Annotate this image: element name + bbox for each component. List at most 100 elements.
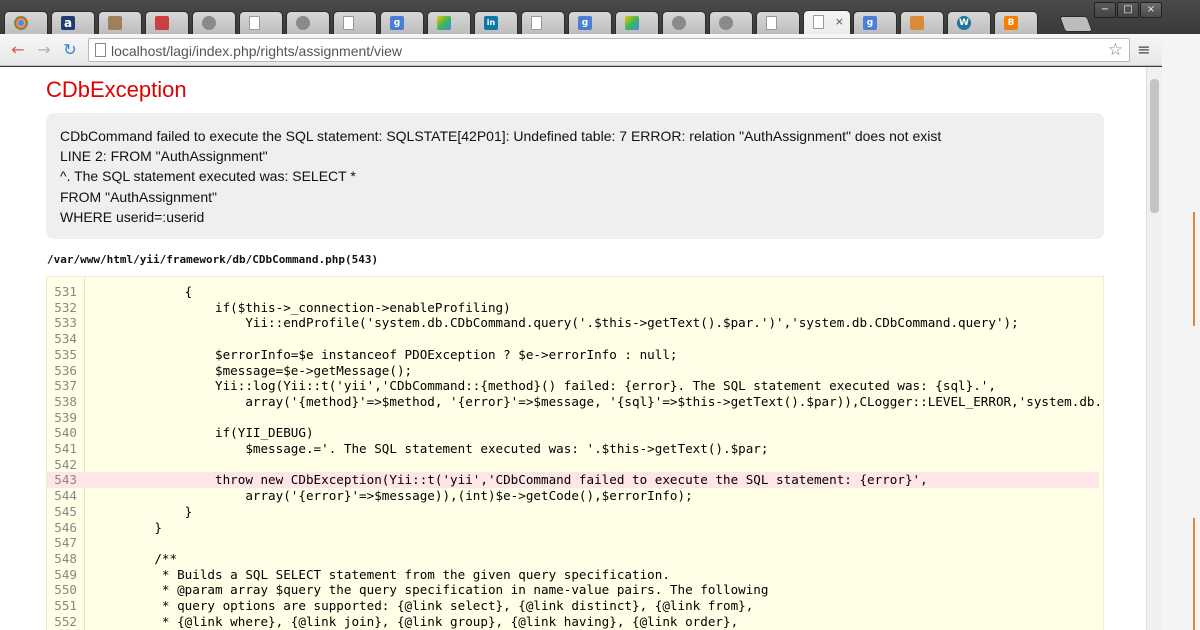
document-icon (343, 16, 354, 30)
line-number: 550 (54, 582, 77, 598)
globe-icon (719, 16, 733, 30)
code-line: 531 { (47, 284, 1099, 300)
drive-icon (625, 16, 639, 30)
message-line: ^. The SQL statement executed was: SELEC… (60, 168, 356, 185)
code-line: 538 array('{method}'=>$method, '{error}'… (47, 393, 1103, 410)
source-code-block: 531 {532 if($this->_connection->enablePr… (46, 276, 1104, 630)
code-line: 551 * query options are supported: {@lin… (47, 598, 1099, 614)
line-number: 545 (54, 503, 77, 519)
line-number: 532 (54, 299, 77, 315)
browser-tab[interactable] (192, 11, 236, 34)
scrollbar-thumb[interactable] (1150, 79, 1159, 213)
line-number: 536 (54, 362, 77, 378)
source-file-path: /var/www/html/yii/framework/db/CDbComman… (47, 253, 379, 266)
chrome-icon (14, 16, 28, 30)
window-maximize-button[interactable]: □ (1117, 2, 1139, 18)
tab-close-icon[interactable]: × (835, 15, 844, 29)
code-line: 534 (47, 331, 1099, 347)
line-number: 551 (54, 598, 77, 613)
browser-tab[interactable] (615, 11, 659, 34)
drive-icon (437, 16, 451, 30)
google-icon: g (578, 16, 592, 30)
line-number: 548 (54, 550, 77, 566)
code-line: 552 * {@link where}, {@link join}, {@lin… (47, 614, 1099, 630)
code-line: 539 (47, 410, 1099, 426)
highlighted-code-line: 543 throw new CDbException(Yii::t('yii',… (47, 472, 1099, 489)
code-text: } (124, 519, 162, 535)
code-line: 532 if($this->_connection->enableProfili… (47, 300, 1099, 316)
vertical-scrollbar[interactable] (1146, 67, 1162, 630)
browser-tab[interactable]: in (474, 11, 518, 34)
back-button[interactable]: ← (8, 40, 28, 60)
browser-tab[interactable]: g (380, 11, 424, 34)
browser-tab[interactable] (98, 11, 142, 34)
window-minimize-button[interactable]: − (1094, 2, 1116, 18)
browser-tab[interactable] (427, 11, 471, 34)
line-number: 533 (54, 315, 77, 331)
line-number: 543 (54, 472, 77, 488)
browser-tab[interactable] (662, 11, 706, 34)
browser-tab-strip: a g in g × g W B − □ × (0, 0, 1200, 34)
google-icon: g (863, 16, 877, 30)
document-icon (766, 16, 777, 30)
window-close-button[interactable]: × (1140, 2, 1162, 18)
browser-tab[interactable]: g (853, 11, 897, 34)
line-number: 539 (54, 409, 77, 425)
browser-tab[interactable]: g (568, 11, 612, 34)
browser-tab[interactable] (333, 11, 377, 34)
new-tab-button[interactable] (1059, 16, 1093, 32)
browser-tab[interactable] (239, 11, 283, 34)
blogger-icon: B (1004, 16, 1018, 30)
line-number: 537 (54, 378, 77, 394)
line-number: 535 (54, 346, 77, 362)
google-icon: g (390, 16, 404, 30)
app-icon (155, 16, 169, 30)
forward-button[interactable]: → (34, 40, 54, 60)
line-number: 531 (54, 284, 77, 299)
browser-tab[interactable] (756, 11, 800, 34)
amazon-icon: a (61, 16, 75, 30)
browser-tab[interactable] (521, 11, 565, 34)
reload-button[interactable]: ↻ (60, 40, 80, 60)
browser-tab[interactable]: × (803, 10, 851, 34)
line-number: 549 (54, 566, 77, 582)
code-text: { (124, 284, 193, 299)
exception-title: CDbException (46, 77, 187, 102)
line-number: 552 (54, 613, 77, 629)
code-text: /** (124, 550, 178, 566)
browser-tab[interactable]: a (51, 11, 95, 34)
browser-tab[interactable] (286, 11, 330, 34)
code-text: * {@link where}, {@link join}, {@link gr… (124, 613, 739, 629)
code-line: 549 * Builds a SQL SELECT statement from… (47, 567, 1099, 583)
code-line: 548 /** (47, 551, 1099, 567)
message-line: LINE 2: FROM "AuthAssignment" (60, 148, 268, 165)
code-text: if($this->_connection->enableProfiling) (124, 299, 511, 315)
browser-tab[interactable] (900, 11, 944, 34)
code-text: if(YII_DEBUG) (124, 425, 314, 441)
browser-menu-icon[interactable]: ≡ (1136, 41, 1152, 59)
browser-tab[interactable] (145, 11, 189, 34)
message-line: WHERE userid=:userid (60, 208, 205, 225)
line-number: 546 (54, 519, 77, 535)
code-text: * Builds a SQL SELECT statement from the… (124, 566, 670, 582)
line-number: 542 (54, 456, 77, 472)
browser-tab[interactable]: B (994, 11, 1038, 34)
bookmark-star-icon[interactable]: ☆ (1108, 40, 1123, 60)
background-accent (1193, 212, 1195, 326)
code-line: 540 if(YII_DEBUG) (47, 425, 1099, 441)
line-number: 534 (54, 331, 77, 347)
globe-icon (672, 16, 686, 30)
code-line: 544 array('{error}'=>$message)),(int)$e-… (47, 488, 1099, 504)
address-bar[interactable]: localhost/lagi/index.php/rights/assignme… (88, 38, 1130, 62)
address-url[interactable]: localhost/lagi/index.php/rights/assignme… (111, 43, 402, 59)
browser-tab[interactable] (4, 11, 48, 34)
code-text: $message.='. The SQL statement executed … (124, 441, 769, 456)
line-number: 538 (54, 393, 77, 409)
browser-tab[interactable]: W (947, 11, 991, 34)
line-number: 547 (54, 535, 77, 551)
code-line: 536 $message=$e->getMessage(); (47, 363, 1099, 379)
code-line: 545 } (47, 504, 1099, 520)
wordpress-icon: W (957, 16, 971, 30)
code-line: 535 $errorInfo=$e instanceof PDOExceptio… (47, 347, 1099, 363)
browser-tab[interactable] (709, 11, 753, 34)
